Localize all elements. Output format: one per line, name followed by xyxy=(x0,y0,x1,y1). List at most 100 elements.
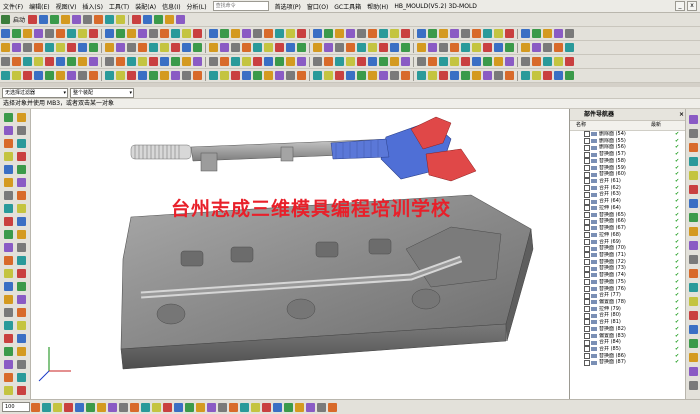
arc-icon[interactable] xyxy=(253,29,262,38)
modeling-tool-icon[interactable] xyxy=(17,230,26,239)
rotate-icon[interactable] xyxy=(275,71,284,80)
menu-tools[interactable]: 工具(T) xyxy=(106,2,132,11)
modeling-tool-icon[interactable] xyxy=(17,334,26,343)
view-tool-icon[interactable] xyxy=(152,402,161,412)
modeling-tool-icon[interactable] xyxy=(4,243,13,252)
revolve-icon[interactable] xyxy=(171,43,180,52)
visibility-checkbox[interactable] xyxy=(584,218,590,225)
replace-face-icon[interactable] xyxy=(313,57,322,66)
point-icon[interactable] xyxy=(390,29,399,38)
chamfer-icon[interactable] xyxy=(543,43,552,52)
visibility-checkbox[interactable] xyxy=(584,238,590,245)
cut-icon[interactable] xyxy=(176,15,186,24)
mold-tool-icon[interactable] xyxy=(242,57,251,66)
circle-icon[interactable] xyxy=(505,29,514,38)
command-search-input[interactable]: 查找命令 xyxy=(212,1,269,11)
curve-icon[interactable] xyxy=(543,29,552,38)
shell-icon[interactable] xyxy=(149,43,158,52)
boss-icon[interactable] xyxy=(193,43,202,52)
line-icon[interactable] xyxy=(242,29,251,38)
cut-icon[interactable] xyxy=(83,15,93,24)
menu-analysis[interactable]: 分析(L) xyxy=(184,2,210,11)
modeling-tool-icon[interactable] xyxy=(17,126,26,135)
resource-tab-icon[interactable] xyxy=(689,339,698,348)
view-tool-icon[interactable] xyxy=(317,402,326,412)
parting-icon[interactable] xyxy=(171,57,180,66)
navigator-row[interactable]: 合并 (80) ✔ xyxy=(570,312,687,319)
navigator-row[interactable]: 合并 (81) ✔ xyxy=(570,319,687,326)
offset-icon[interactable] xyxy=(461,57,470,66)
hole-icon[interactable] xyxy=(264,43,273,52)
mold-tool-icon[interactable] xyxy=(324,57,333,66)
rectangle-icon[interactable] xyxy=(275,29,284,38)
curve-icon[interactable] xyxy=(461,29,470,38)
visibility-checkbox[interactable] xyxy=(584,252,590,259)
menu-assembly[interactable]: 装配(A) xyxy=(132,2,159,11)
visibility-checkbox[interactable] xyxy=(584,131,590,138)
navigator-row[interactable]: 替换面 (58) ✔ xyxy=(570,158,687,165)
line-icon[interactable] xyxy=(401,29,410,38)
revolve-icon[interactable] xyxy=(417,43,426,52)
parting-icon[interactable] xyxy=(253,57,262,66)
rotate-icon[interactable] xyxy=(34,71,43,80)
extrude-icon[interactable] xyxy=(78,43,87,52)
menu-info[interactable]: 信息(I) xyxy=(159,2,183,11)
navigator-row[interactable]: 合并 (84) ✔ xyxy=(570,339,687,346)
layer-icon[interactable] xyxy=(472,71,481,80)
parting-icon[interactable] xyxy=(494,57,503,66)
navigator-row[interactable]: 替换面 (86) ✔ xyxy=(570,353,687,360)
view-tool-icon[interactable] xyxy=(306,402,315,412)
copy-icon[interactable] xyxy=(94,15,104,24)
trim-icon[interactable] xyxy=(127,57,136,66)
zoom-icon[interactable] xyxy=(264,71,273,80)
modeling-tool-icon[interactable] xyxy=(4,373,13,382)
extrude-icon[interactable] xyxy=(242,43,251,52)
modeling-tool-icon[interactable] xyxy=(17,321,26,330)
visibility-checkbox[interactable] xyxy=(584,191,590,198)
modeling-tool-icon[interactable] xyxy=(17,191,26,200)
view-tool-icon[interactable] xyxy=(163,402,172,412)
chamfer-icon[interactable] xyxy=(379,43,388,52)
sketch-icon[interactable] xyxy=(127,29,136,38)
visibility-checkbox[interactable] xyxy=(584,211,590,218)
hole-icon[interactable] xyxy=(182,43,191,52)
zoom-icon[interactable] xyxy=(105,71,114,80)
mold-tool-icon[interactable] xyxy=(78,57,87,66)
view-tool-icon[interactable] xyxy=(251,402,260,412)
close-button[interactable]: x xyxy=(687,1,697,11)
core-icon[interactable] xyxy=(505,57,514,66)
column-header-name[interactable]: 名称 xyxy=(570,121,651,130)
modeling-tool-icon[interactable] xyxy=(17,243,26,252)
parting-icon[interactable] xyxy=(417,57,426,66)
fit-icon[interactable] xyxy=(12,71,21,80)
visibility-checkbox[interactable] xyxy=(584,138,590,145)
boss-icon[interactable] xyxy=(357,43,366,52)
view-tool-icon[interactable] xyxy=(240,402,249,412)
visibility-checkbox[interactable] xyxy=(584,332,590,339)
core-icon[interactable] xyxy=(428,57,437,66)
save-icon[interactable] xyxy=(143,15,153,24)
navigator-row[interactable]: 合并 (77) ✔ xyxy=(570,292,687,299)
cavity-icon[interactable] xyxy=(521,57,530,66)
view-icon[interactable] xyxy=(324,71,333,80)
visibility-checkbox[interactable] xyxy=(584,259,590,266)
view-tool-icon[interactable] xyxy=(130,402,139,412)
sketch-icon[interactable] xyxy=(209,29,218,38)
open-file-icon[interactable] xyxy=(39,15,49,24)
replace-face-icon[interactable] xyxy=(67,57,76,66)
point-icon[interactable] xyxy=(472,29,481,38)
resource-tab-icon[interactable] xyxy=(689,297,698,306)
visibility-checkbox[interactable] xyxy=(584,198,590,205)
resource-tab-icon[interactable] xyxy=(689,367,698,376)
resource-tab-icon[interactable] xyxy=(689,199,698,208)
shell-icon[interactable] xyxy=(67,43,76,52)
trim-icon[interactable] xyxy=(286,57,295,66)
menu-preferences[interactable]: 首选项(P) xyxy=(272,2,304,11)
circle-icon[interactable] xyxy=(23,29,32,38)
start-icon[interactable] xyxy=(1,15,10,24)
visibility-checkbox[interactable] xyxy=(584,144,590,151)
visibility-checkbox[interactable] xyxy=(584,299,590,306)
modeling-tool-icon[interactable] xyxy=(17,347,26,356)
cavity-icon[interactable] xyxy=(116,57,125,66)
trim-icon[interactable] xyxy=(45,57,54,66)
